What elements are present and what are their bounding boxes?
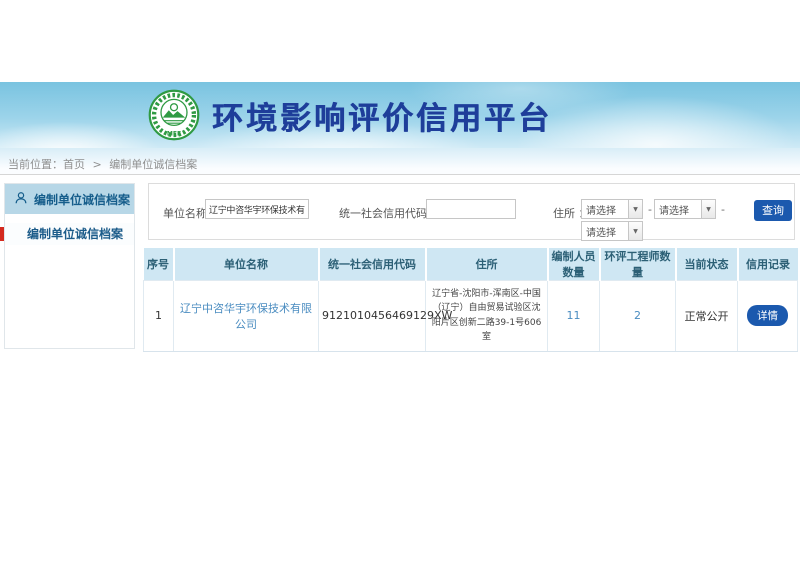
breadcrumb-prefix: 当前位置： <box>8 158 63 171</box>
district-select[interactable]: 请选择 ▼ <box>581 221 643 241</box>
mee-logo-icon: MEE <box>148 89 200 141</box>
table-header-row: 序号 单位名称 统一社会信用代码 住所 编制人员数量 环评工程师数量 当前状态 … <box>144 248 798 281</box>
active-indicator <box>0 227 4 241</box>
col-header-serial: 序号 <box>144 248 174 281</box>
row-credit-code: 9121010456469129XW <box>319 281 426 352</box>
credit-code-input[interactable] <box>426 199 516 219</box>
city-select[interactable]: 请选择 ▼ <box>654 199 716 219</box>
site-banner: MEE 环境影响评价信用平台 <box>0 82 800 148</box>
main-panel: 单位名称 ： 统一社会信用代码 ： 住所 ： 请选择 ▼ - 请选择 ▼ - 请… <box>143 175 797 352</box>
staff-count-link[interactable]: 11 <box>548 281 600 352</box>
breadcrumb-separator: > <box>93 158 102 171</box>
address-separator: - <box>648 203 652 216</box>
content-area: 编制单位诚信档案 编制单位诚信档案 单位名称 ： 统一社会信用代码 ： 住所 ：… <box>0 175 800 352</box>
row-address: 辽宁省-沈阳市-浑南区-中国（辽宁）自由贸易试验区沈阳片区创新二路39-1号60… <box>426 281 548 352</box>
row-status: 正常公开 <box>676 281 738 352</box>
col-header-status: 当前状态 <box>676 248 738 281</box>
chevron-down-icon[interactable]: ▼ <box>701 200 715 218</box>
col-header-staff-count: 编制人员数量 <box>548 248 600 281</box>
city-select-value: 请选择 <box>655 202 701 217</box>
results-table: 序号 单位名称 统一社会信用代码 住所 编制人员数量 环评工程师数量 当前状态 … <box>143 248 798 352</box>
page: MEE 环境影响评价信用平台 当前位置：首页 > 编制单位诚信档案 编制单位诚信… <box>0 0 800 565</box>
search-button[interactable]: 查询 <box>754 200 792 221</box>
breadcrumb-current: 编制单位诚信档案 <box>109 158 197 171</box>
logo-text: MEE <box>167 130 181 137</box>
row-serial: 1 <box>144 281 174 352</box>
chevron-down-icon[interactable]: ▼ <box>628 200 642 218</box>
chevron-down-icon[interactable]: ▼ <box>628 222 642 240</box>
district-select-value: 请选择 <box>582 224 628 239</box>
breadcrumb: 当前位置：首页 > 编制单位诚信档案 <box>0 148 800 175</box>
province-select[interactable]: 请选择 ▼ <box>581 199 643 219</box>
breadcrumb-home-link[interactable]: 首页 <box>63 158 85 171</box>
sidebar-item-archive[interactable]: 编制单位诚信档案 <box>5 223 134 245</box>
company-name-link[interactable]: 辽宁中咨华宇环保技术有限公司 <box>174 281 319 352</box>
sidebar-header-label: 编制单位诚信档案 <box>34 191 130 208</box>
address-separator: - <box>721 203 725 216</box>
table-row: 1 辽宁中咨华宇环保技术有限公司 9121010456469129XW 辽宁省-… <box>144 281 798 352</box>
col-header-address: 住所 <box>426 248 548 281</box>
province-select-value: 请选择 <box>582 202 628 217</box>
sidebar-header: 编制单位诚信档案 <box>5 184 134 214</box>
col-header-engineer-count: 环评工程师数量 <box>600 248 676 281</box>
search-form: 单位名称 ： 统一社会信用代码 ： 住所 ： 请选择 ▼ - 请选择 ▼ - 请… <box>148 183 795 240</box>
detail-button[interactable]: 详情 <box>747 305 788 326</box>
site-title: 环境影响评价信用平台 <box>212 93 552 138</box>
col-header-credit-record: 信用记录 <box>738 248 798 281</box>
top-whitespace <box>0 0 800 82</box>
sidebar: 编制单位诚信档案 编制单位诚信档案 <box>4 183 135 349</box>
col-header-unit-name: 单位名称 <box>174 248 319 281</box>
col-header-credit-code: 统一社会信用代码 <box>319 248 426 281</box>
unit-name-input[interactable] <box>205 199 309 219</box>
sidebar-item-label: 编制单位诚信档案 <box>27 227 123 241</box>
engineer-count-link[interactable]: 2 <box>600 281 676 352</box>
user-icon <box>14 191 28 208</box>
